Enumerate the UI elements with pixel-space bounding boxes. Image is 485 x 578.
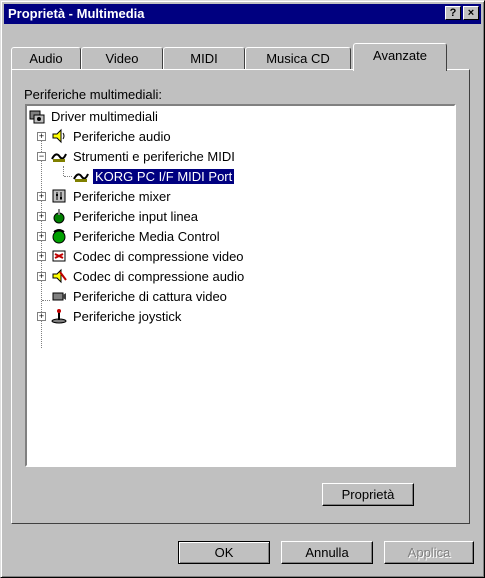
audio-codec-icon [52,268,67,284]
tab-midi[interactable]: MIDI [163,47,245,70]
cancel-button[interactable]: Annulla [281,541,373,564]
speaker-icon [52,128,65,144]
tree-item-joystick[interactable]: Periferiche joystick [51,308,183,326]
expand-toggle[interactable]: + [37,132,46,141]
mixer-icon [52,189,66,203]
devices-tree[interactable]: Driver multimediali + Periferiche audio … [25,104,456,467]
tree-item-media-control[interactable]: Periferiche Media Control [51,228,222,246]
help-button[interactable]: ? [445,6,461,20]
expand-toggle[interactable]: + [37,312,46,321]
ok-button[interactable]: OK [178,541,270,564]
title-bar[interactable]: Proprietà - Multimedia ? × [4,4,481,24]
properties-button[interactable]: Proprietà [322,483,414,506]
expand-toggle[interactable]: + [37,212,46,221]
line-input-icon [53,209,65,224]
tab-audio[interactable]: Audio [11,47,81,70]
devices-label: Periferiche multimediali: [24,87,162,102]
tree-connector [42,300,50,301]
video-capture-icon [52,292,66,301]
tree-item-video-codec[interactable]: Codec di compressione video [51,248,246,266]
tree-item-midi[interactable]: Strumenti e periferiche MIDI [51,148,237,166]
apply-button[interactable]: Applica [384,541,474,564]
window-title: Proprietà - Multimedia [8,6,145,21]
tab-musica-cd[interactable]: Musica CD [245,47,351,70]
tree-item-korg-midi-port[interactable]: KORG PC I/F MIDI Port [73,168,236,186]
midi-instrument-icon [51,153,67,162]
tree-root[interactable]: Driver multimediali [29,108,160,126]
video-codec-icon [52,250,66,262]
tab-video[interactable]: Video [81,47,163,70]
multimedia-drivers-icon [29,110,45,124]
close-button[interactable]: × [463,6,479,20]
tree-item-mixer[interactable]: Periferiche mixer [51,188,173,206]
media-control-icon [52,229,66,244]
tree-item-audio-codec[interactable]: Codec di compressione audio [51,268,246,286]
midi-instrument-icon [73,173,89,182]
tree-connector [63,166,64,176]
tree-item-audio[interactable]: Periferiche audio [51,128,173,146]
joystick-icon [51,309,67,324]
collapse-toggle[interactable]: − [37,152,46,161]
tree-item-line-input[interactable]: Periferiche input linea [51,208,200,226]
tree-item-video-capture[interactable]: Periferiche di cattura video [51,288,229,306]
expand-toggle[interactable]: + [37,232,46,241]
tab-strip: Audio Video MIDI Musica CD Avanzate [11,43,471,71]
expand-toggle[interactable]: + [37,252,46,261]
tree-connector [64,176,72,177]
tab-avanzate[interactable]: Avanzate [353,43,447,71]
expand-toggle[interactable]: + [37,192,46,201]
expand-toggle[interactable]: + [37,272,46,281]
